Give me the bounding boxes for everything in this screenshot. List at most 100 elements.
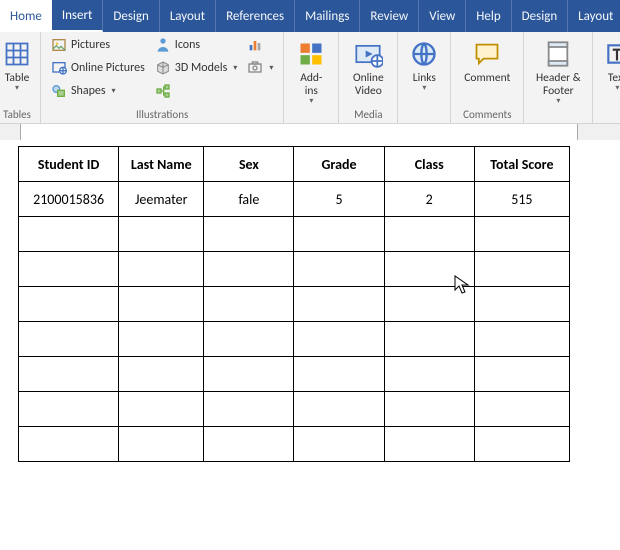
- table-cell[interactable]: [19, 357, 119, 392]
- document-area[interactable]: Student IDLast NameSexGradeClassTotal Sc…: [0, 142, 620, 462]
- tab-insert[interactable]: Insert: [52, 0, 104, 32]
- table-cell[interactable]: [294, 392, 384, 427]
- table-cell[interactable]: [474, 357, 569, 392]
- group-media: Online Video Media: [339, 32, 398, 123]
- table-cell[interactable]: [294, 217, 384, 252]
- table-cell[interactable]: [384, 322, 474, 357]
- screenshot-button[interactable]: [243, 57, 277, 79]
- table-cell[interactable]: [474, 252, 569, 287]
- shapes-icon: [51, 83, 67, 99]
- table-cell[interactable]: [294, 427, 384, 462]
- group-illustrations: Pictures Online Pictures Shapes Icons: [41, 32, 284, 123]
- addins-button[interactable]: Add- ins ▾: [290, 34, 332, 108]
- table-cell[interactable]: [204, 392, 294, 427]
- table-cell[interactable]: [119, 287, 204, 322]
- table-header-cell[interactable]: Class: [384, 147, 474, 182]
- table-cell[interactable]: [19, 217, 119, 252]
- table-cell[interactable]: [294, 322, 384, 357]
- table-icon: [1, 38, 33, 70]
- table-cell[interactable]: [19, 252, 119, 287]
- table-cell[interactable]: [204, 427, 294, 462]
- group-header-footer: Header & Footer ▾: [524, 32, 593, 123]
- table-cell[interactable]: [19, 427, 119, 462]
- table-header-cell[interactable]: Last Name: [119, 147, 204, 182]
- tab-help[interactable]: Help: [466, 0, 511, 32]
- online-video-button[interactable]: Online Video: [345, 34, 391, 108]
- table-cell[interactable]: 2: [384, 182, 474, 217]
- tab-references[interactable]: References: [216, 0, 295, 32]
- table-header-cell[interactable]: Student ID: [19, 147, 119, 182]
- table-cell[interactable]: 515: [474, 182, 569, 217]
- table-header-cell[interactable]: Grade: [294, 147, 384, 182]
- addins-icon: [295, 38, 327, 70]
- table-cell[interactable]: [294, 357, 384, 392]
- table-cell[interactable]: [119, 427, 204, 462]
- tab-table-layout[interactable]: Layout: [568, 0, 620, 32]
- tab-design[interactable]: Design: [103, 0, 159, 32]
- tab-home[interactable]: Home: [0, 0, 52, 32]
- table-button[interactable]: Table ▾: [0, 34, 34, 108]
- icons-button[interactable]: Icons: [151, 34, 242, 56]
- table-cell[interactable]: [474, 392, 569, 427]
- table-row[interactable]: [19, 217, 570, 252]
- table-cell[interactable]: [119, 392, 204, 427]
- table-row[interactable]: 2100015836Jeematerfale52515: [19, 182, 570, 217]
- table-row[interactable]: [19, 322, 570, 357]
- header-footer-button[interactable]: Header & Footer ▾: [530, 34, 586, 108]
- table-cell[interactable]: [384, 252, 474, 287]
- 3d-models-button[interactable]: 3D Models: [151, 57, 242, 79]
- text-button[interactable]: Text ▾: [599, 34, 620, 108]
- table-cell[interactable]: [204, 357, 294, 392]
- student-table[interactable]: Student IDLast NameSexGradeClassTotal Sc…: [18, 146, 570, 462]
- table-cell[interactable]: [19, 322, 119, 357]
- table-cell[interactable]: [204, 252, 294, 287]
- tab-view[interactable]: View: [419, 0, 466, 32]
- table-row[interactable]: [19, 357, 570, 392]
- table-cell[interactable]: [474, 217, 569, 252]
- table-cell[interactable]: [294, 287, 384, 322]
- table-cell[interactable]: [474, 287, 569, 322]
- table-cell[interactable]: [384, 392, 474, 427]
- table-cell[interactable]: [474, 427, 569, 462]
- tab-layout[interactable]: Layout: [160, 0, 216, 32]
- comment-button[interactable]: Comment: [457, 34, 517, 108]
- group-text: Text ▾ Sym: [593, 32, 620, 123]
- table-cell[interactable]: [19, 287, 119, 322]
- table-cell[interactable]: [384, 357, 474, 392]
- table-cell[interactable]: fale: [204, 182, 294, 217]
- table-cell[interactable]: [119, 217, 204, 252]
- links-button[interactable]: Links ▾: [404, 34, 444, 108]
- table-header-cell[interactable]: Total Score: [474, 147, 569, 182]
- smartart-button[interactable]: [151, 80, 242, 102]
- table-cell[interactable]: 5: [294, 182, 384, 217]
- shapes-button[interactable]: Shapes: [47, 80, 149, 102]
- text-group-label: [599, 108, 620, 123]
- table-cell[interactable]: [119, 322, 204, 357]
- table-cell[interactable]: [119, 252, 204, 287]
- table-cell[interactable]: [384, 217, 474, 252]
- table-cell[interactable]: [384, 287, 474, 322]
- chart-button[interactable]: [243, 34, 277, 56]
- table-cell[interactable]: [19, 392, 119, 427]
- table-cell[interactable]: 2100015836: [19, 182, 119, 217]
- smartart-icon: [155, 83, 171, 99]
- table-row[interactable]: [19, 427, 570, 462]
- table-cell[interactable]: [384, 427, 474, 462]
- video-label: Online Video: [353, 72, 384, 98]
- table-row[interactable]: [19, 252, 570, 287]
- table-cell[interactable]: [474, 322, 569, 357]
- table-cell[interactable]: Jeemater: [119, 182, 204, 217]
- table-cell[interactable]: [204, 287, 294, 322]
- tab-table-design[interactable]: Design: [512, 0, 568, 32]
- table-cell[interactable]: [204, 322, 294, 357]
- pictures-button[interactable]: Pictures: [47, 34, 149, 56]
- online-pictures-button[interactable]: Online Pictures: [47, 57, 149, 79]
- tab-mailings[interactable]: Mailings: [295, 0, 360, 32]
- table-cell[interactable]: [204, 217, 294, 252]
- table-cell[interactable]: [294, 252, 384, 287]
- table-row[interactable]: [19, 287, 570, 322]
- table-cell[interactable]: [119, 357, 204, 392]
- tab-review[interactable]: Review: [360, 0, 419, 32]
- table-header-cell[interactable]: Sex: [204, 147, 294, 182]
- table-row[interactable]: [19, 392, 570, 427]
